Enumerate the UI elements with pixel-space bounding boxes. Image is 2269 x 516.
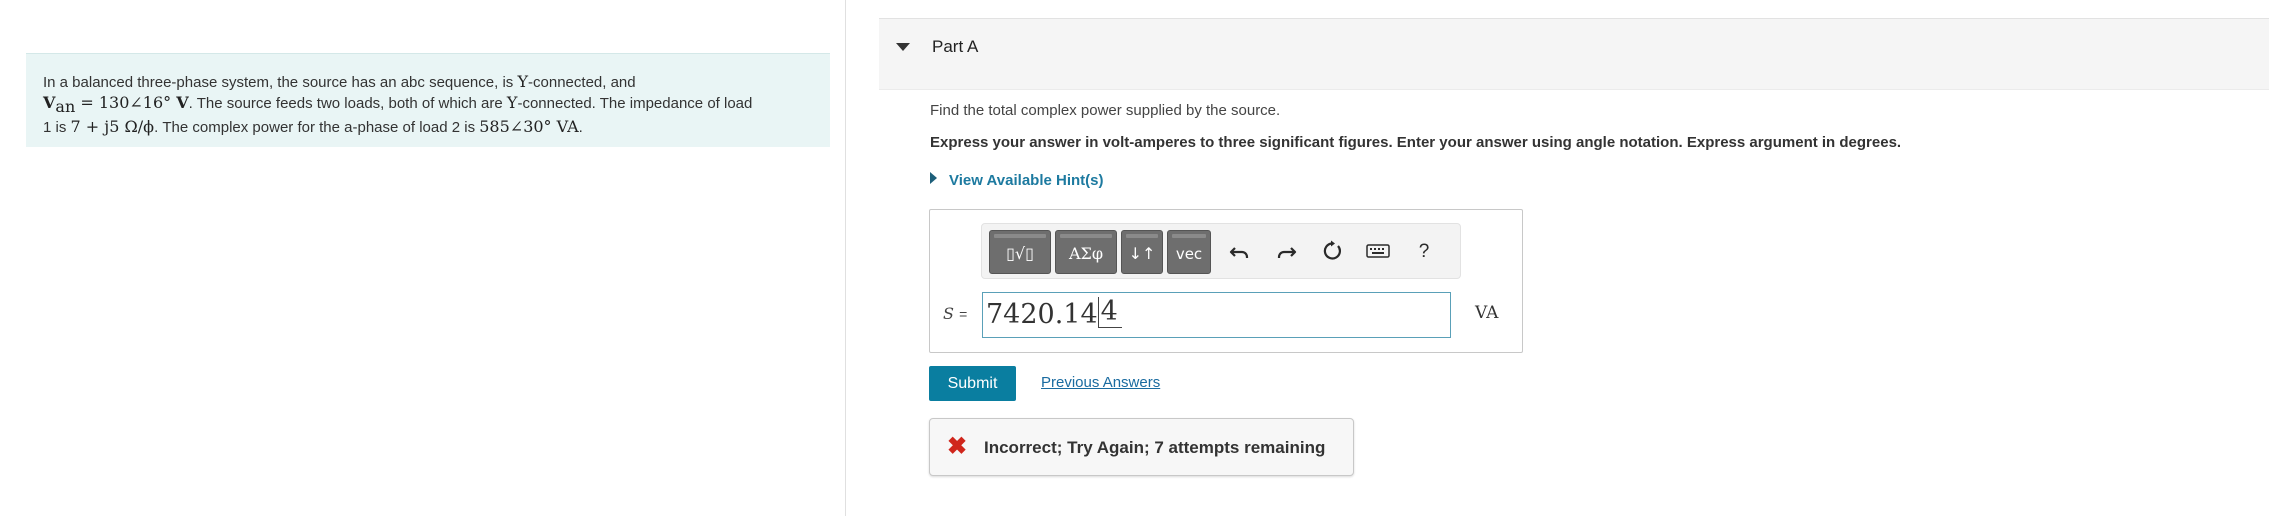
answer-instructions: Express your answer in volt-amperes to t… [930,134,1902,151]
answer-angle: 4 [1100,296,1118,327]
collapse-caret-icon[interactable] [896,43,910,51]
arrows-icon: ↓↑ [1128,244,1156,263]
problem-math: 7 + j5 Ω/ϕ [70,117,155,136]
arrows-button[interactable]: ↓↑ [1121,230,1163,274]
problem-statement: In a balanced three-phase system, the so… [26,53,830,147]
problem-text: 1 is [43,119,71,136]
button-bar [1172,234,1206,238]
feedback-message: Incorrect; Try Again; 7 attempts remaini… [984,438,1326,457]
math-toolbar: ▯√▯ ΑΣφ ↓↑ vec ? [981,223,1461,279]
problem-math: Y [506,93,518,112]
part-header[interactable]: Part A [879,18,2269,90]
problem-math: = 130∠16° [75,93,177,112]
help-icon[interactable]: ? [1410,238,1438,266]
question-text: Find the total complex power supplied by… [930,102,1281,119]
vec-label: vec [1175,245,1203,263]
vector-button[interactable]: vec [1167,230,1211,274]
button-bar [1126,234,1158,238]
angle-template[interactable]: 4 [1097,296,1122,328]
part-title: Part A [932,37,979,56]
view-hints-link[interactable]: View Available Hint(s) [930,172,1104,189]
reset-icon[interactable] [1318,238,1346,266]
answer-input[interactable]: 7420.14 4 [982,292,1451,338]
answer-panel: ▯√▯ ΑΣφ ↓↑ vec ? S = 7420.14 4 VA [929,209,1523,353]
problem-pane: In a balanced three-phase system, the so… [0,0,845,516]
button-bar [1060,234,1112,238]
keyboard-icon[interactable] [1364,238,1392,266]
problem-text: -connected, and [528,74,636,91]
greek-icon: ΑΣφ [1068,244,1104,263]
equals-sign: = [959,306,968,322]
problem-text: . The complex power for the a-phase of l… [154,119,480,136]
problem-math: Y [517,72,529,91]
answer-magnitude: 7420.14 [986,299,1098,330]
problem-text: In a balanced three-phase system, the so… [43,74,518,91]
answer-variable-label: S = [943,304,967,323]
redo-icon[interactable] [1272,238,1300,266]
previous-answers-link[interactable]: Previous Answers [1041,374,1160,391]
expand-caret-icon [930,172,937,184]
templates-icon: ▯√▯ [1006,244,1034,263]
submit-button[interactable]: Submit [929,366,1016,401]
pane-divider [845,0,846,516]
problem-math: an [55,97,76,116]
problem-text: -connected. The impedance of load [517,95,753,112]
undo-icon[interactable] [1226,238,1254,266]
problem-line-3: 1 is 7 + j5 Ω/ϕ. The complex power for t… [43,117,814,138]
error-x-icon: ✖ [947,433,968,460]
problem-math: 585∠30° VA [479,117,579,136]
problem-math: V [43,93,56,112]
feedback-box: ✖ Incorrect; Try Again; 7 attempts remai… [929,418,1354,476]
problem-line-1: In a balanced three-phase system, the so… [43,72,814,93]
answer-unit: VA [1475,303,1499,323]
templates-button[interactable]: ▯√▯ [989,230,1051,274]
problem-text: . [578,119,583,136]
button-bar [994,234,1046,238]
variable-symbol: S [943,304,954,323]
problem-math: V [176,93,189,112]
problem-line-2: Van = 130∠16° V. The source feeds two lo… [43,93,814,117]
problem-text: . The source feeds two loads, both of wh… [188,95,507,112]
hints-label: View Available Hint(s) [949,172,1104,189]
greek-symbols-button[interactable]: ΑΣφ [1055,230,1117,274]
